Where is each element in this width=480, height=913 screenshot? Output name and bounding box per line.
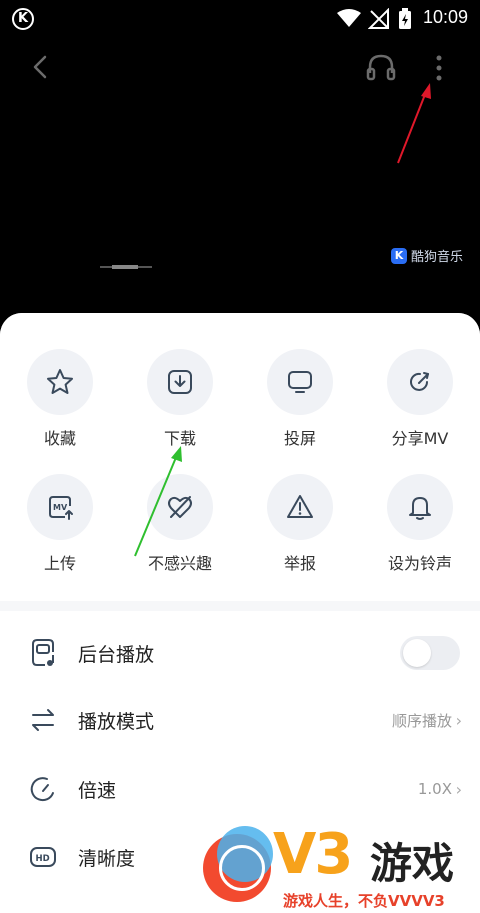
- status-time: 10:09: [422, 7, 468, 27]
- report-button[interactable]: [267, 474, 333, 540]
- favorite-button[interactable]: [27, 349, 93, 415]
- svg-text:HD: HD: [36, 854, 50, 864]
- status-bar: K 10:09: [0, 0, 480, 36]
- action-label: 收藏: [43, 429, 76, 448]
- action-label: 下载: [163, 429, 196, 448]
- chevron-right-icon: ›: [455, 779, 462, 799]
- cast-button[interactable]: [267, 349, 333, 415]
- video-watermark: K 酷狗音乐: [391, 246, 463, 265]
- not-interested-button[interactable]: [147, 474, 213, 540]
- play-mode-icon: [28, 705, 58, 735]
- action-not-interested[interactable]: 不感兴趣: [120, 474, 240, 574]
- back-icon[interactable]: [30, 54, 50, 80]
- action-upload[interactable]: MV 上传: [0, 474, 120, 574]
- share-icon: [410, 372, 429, 391]
- action-favorite[interactable]: 收藏: [0, 349, 120, 449]
- v3-name: 游戏: [370, 839, 455, 888]
- action-report[interactable]: 举报: [240, 474, 360, 574]
- v3-brand: V3: [273, 822, 353, 887]
- warning-icon: [287, 495, 313, 518]
- share-button[interactable]: [387, 349, 453, 415]
- action-label: 举报: [283, 554, 316, 573]
- more-icon[interactable]: [434, 54, 444, 82]
- svg-text:MV: MV: [53, 503, 68, 512]
- speed-value: 1.0X: [417, 780, 452, 798]
- bell-icon: [409, 497, 431, 520]
- v3-watermark-logo: V3 游戏 游戏人生，不负VVVV3: [195, 820, 480, 913]
- action-cast[interactable]: 投屏: [240, 349, 360, 449]
- setting-label: 倍速: [78, 779, 117, 802]
- section-divider: [0, 601, 480, 611]
- setting-label: 后台播放: [78, 643, 155, 666]
- toggle-knob: [403, 639, 431, 667]
- v3-slogan: 游戏人生，不负VVVV3: [283, 892, 445, 910]
- kugou-logo-icon: K: [391, 247, 407, 264]
- setting-label: 播放模式: [78, 710, 155, 733]
- action-label: 上传: [43, 554, 76, 573]
- setting-speed[interactable]: 倍速 1.0X ›: [0, 758, 480, 820]
- red-arrow-icon: [397, 83, 431, 164]
- play-mode-value: 顺序播放: [391, 711, 452, 730]
- chevron-right-icon: ›: [455, 710, 462, 730]
- action-grid: 收藏 下载 投屏 分享MV MV 上传 不感兴趣 举报 设为铃声: [0, 313, 480, 603]
- loading-indicator: [100, 265, 152, 269]
- action-set-ringtone[interactable]: 设为铃声: [360, 474, 480, 574]
- setting-play-mode[interactable]: 播放模式 顺序播放 ›: [0, 689, 480, 751]
- upload-button[interactable]: MV: [27, 474, 93, 540]
- download-button[interactable]: [147, 349, 213, 415]
- wifi-icon: [337, 9, 361, 27]
- music-disc-icon: [219, 845, 265, 891]
- action-label: 投屏: [283, 429, 316, 448]
- cast-screen-icon: [288, 371, 312, 393]
- app-logo-icon: K: [12, 8, 34, 30]
- action-download[interactable]: 下载: [120, 349, 240, 449]
- upload-mv-icon: MV: [49, 496, 73, 520]
- headphone-icon[interactable]: [366, 53, 396, 81]
- speed-icon: [28, 774, 58, 804]
- ringtone-button[interactable]: [387, 474, 453, 540]
- background-play-toggle[interactable]: [400, 636, 460, 670]
- action-label: 不感兴趣: [147, 554, 212, 573]
- battery-charging-icon: [399, 8, 411, 29]
- background-play-icon: [28, 638, 58, 668]
- not-interested-icon: [168, 496, 192, 518]
- setting-label: 清晰度: [78, 847, 136, 870]
- no-signal-icon: [368, 8, 389, 29]
- watermark-text: 酷狗音乐: [411, 250, 464, 265]
- download-icon: [168, 370, 192, 394]
- hd-icon: HD: [28, 842, 58, 872]
- action-label: 设为铃声: [387, 554, 452, 573]
- action-share-mv[interactable]: 分享MV: [360, 349, 480, 449]
- setting-background-play[interactable]: 后台播放: [0, 622, 480, 684]
- action-label: 分享MV: [391, 429, 449, 448]
- star-icon: [47, 369, 73, 394]
